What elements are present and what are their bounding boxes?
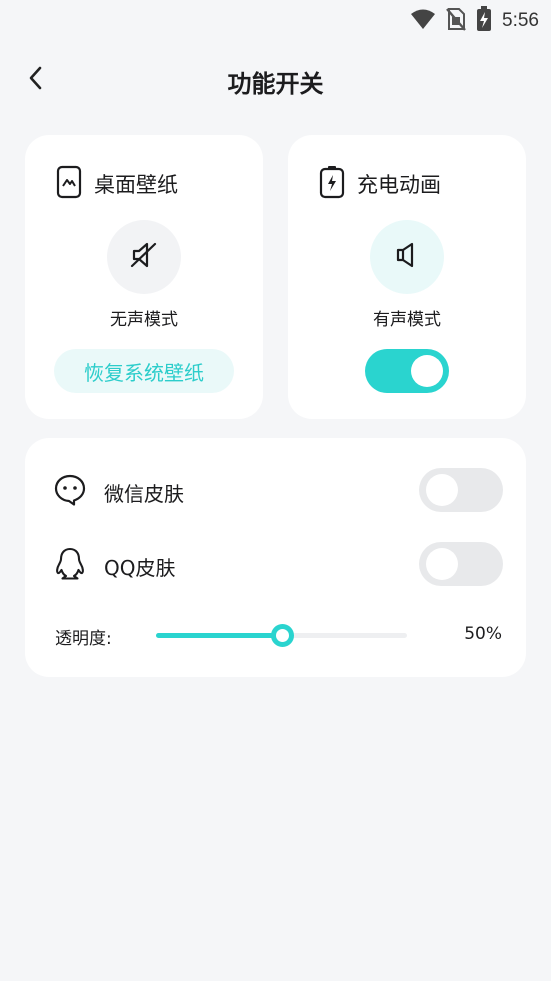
status-bar: 5:56 <box>0 0 551 38</box>
status-time: 5:56 <box>502 10 539 31</box>
charge-animation-card: 充电动画 有声模式 <box>288 135 526 419</box>
qq-skin-row: QQ皮肤 <box>25 542 526 586</box>
opacity-value: 50% <box>464 624 502 644</box>
restore-wallpaper-button[interactable]: 恢复系统壁纸 <box>54 349 234 393</box>
toggle-knob <box>426 548 458 580</box>
wechat-icon <box>53 473 87 507</box>
screen: 5:56 功能开关 桌面壁纸 无声模式 恢复系统壁纸 充电动画 有声模式 微信皮… <box>0 0 551 981</box>
charge-animation-toggle[interactable] <box>365 349 449 393</box>
qq-skin-label: QQ皮肤 <box>104 556 176 580</box>
header: 功能开关 <box>0 52 551 108</box>
page-title: 功能开关 <box>227 70 324 98</box>
silent-mode-label: 无声模式 <box>110 310 178 330</box>
slider-thumb[interactable] <box>270 624 294 647</box>
slider-fill <box>156 633 282 638</box>
speaker-muted-icon <box>128 239 160 275</box>
charge-card-title: 充电动画 <box>357 173 441 197</box>
wallpaper-card-title: 桌面壁纸 <box>94 173 178 197</box>
sound-mode-label: 有声模式 <box>373 310 441 330</box>
wallpaper-icon <box>56 165 82 203</box>
qq-skin-toggle[interactable] <box>419 542 503 586</box>
wallpaper-card: 桌面壁纸 无声模式 恢复系统壁纸 <box>25 135 263 419</box>
wechat-skin-row: 微信皮肤 <box>25 468 526 512</box>
toggle-knob <box>426 474 458 506</box>
battery-charging-icon <box>476 6 492 36</box>
opacity-slider[interactable] <box>156 624 407 648</box>
sound-mode-button[interactable] <box>370 220 444 294</box>
silent-mode-button[interactable] <box>107 220 181 294</box>
speaker-icon <box>391 239 423 275</box>
wifi-icon <box>410 8 436 34</box>
toggle-knob <box>411 355 443 387</box>
wechat-skin-toggle[interactable] <box>419 468 503 512</box>
skins-card: 微信皮肤 QQ皮肤 透明度: 50% <box>25 438 526 677</box>
opacity-label: 透明度: <box>55 629 112 649</box>
qq-penguin-icon <box>53 547 87 581</box>
no-sim-icon <box>446 7 466 35</box>
battery-bolt-icon <box>319 165 345 203</box>
opacity-row: 透明度: 50% <box>25 620 526 650</box>
wechat-skin-label: 微信皮肤 <box>104 482 184 506</box>
